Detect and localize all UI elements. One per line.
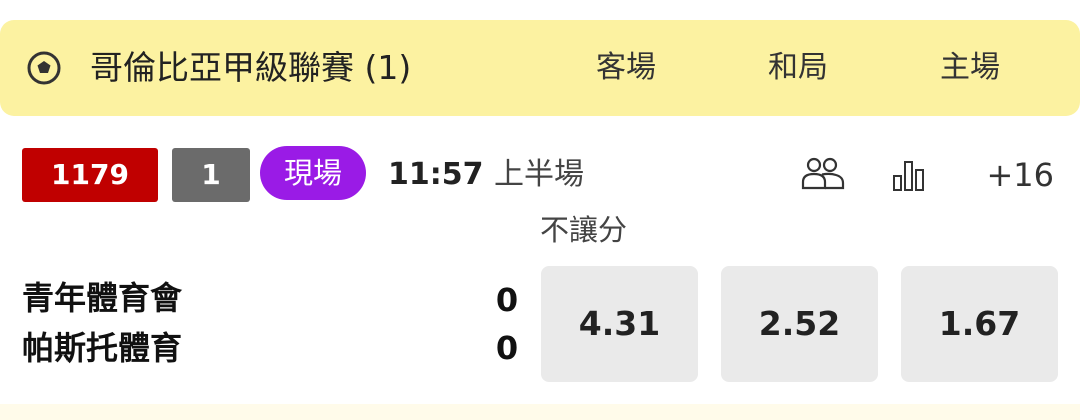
more-markets-button[interactable]: +16 bbox=[968, 148, 1054, 202]
match-id-badge: 1179 bbox=[22, 148, 158, 202]
market-label: 不讓分 bbox=[540, 213, 628, 247]
soccer-ball-icon bbox=[27, 51, 61, 85]
match-clock: 11:57 bbox=[388, 157, 484, 192]
column-header-draw: 和局 bbox=[768, 50, 828, 85]
next-section-strip bbox=[0, 404, 1080, 420]
lineup-icon[interactable] bbox=[800, 156, 846, 192]
league-title: 哥倫比亞甲級聯賽 (1) bbox=[90, 48, 412, 87]
column-header-home: 主場 bbox=[940, 50, 1000, 85]
away-team-score: 0 bbox=[495, 329, 519, 367]
stats-icon[interactable] bbox=[892, 158, 932, 192]
match-period: 上半場 bbox=[494, 157, 584, 192]
match-card: 哥倫比亞甲級聯賽 (1) 客場 和局 主場 1179 1 現場 11:57 上半… bbox=[0, 0, 1080, 420]
match-number-badge: 1 bbox=[172, 148, 250, 202]
odds-button-away[interactable]: 4.31 bbox=[541, 266, 698, 382]
odds-button-draw[interactable]: 2.52 bbox=[721, 266, 878, 382]
home-team-score: 0 bbox=[495, 281, 519, 319]
away-team-name[interactable]: 帕斯托體育 bbox=[22, 326, 182, 370]
league-header[interactable]: 哥倫比亞甲級聯賽 (1) 客場 和局 主場 bbox=[0, 20, 1080, 116]
home-team-name[interactable]: 青年體育會 bbox=[22, 276, 182, 320]
live-badge: 現場 bbox=[260, 146, 366, 200]
column-header-away: 客場 bbox=[596, 50, 656, 85]
odds-button-home[interactable]: 1.67 bbox=[901, 266, 1058, 382]
